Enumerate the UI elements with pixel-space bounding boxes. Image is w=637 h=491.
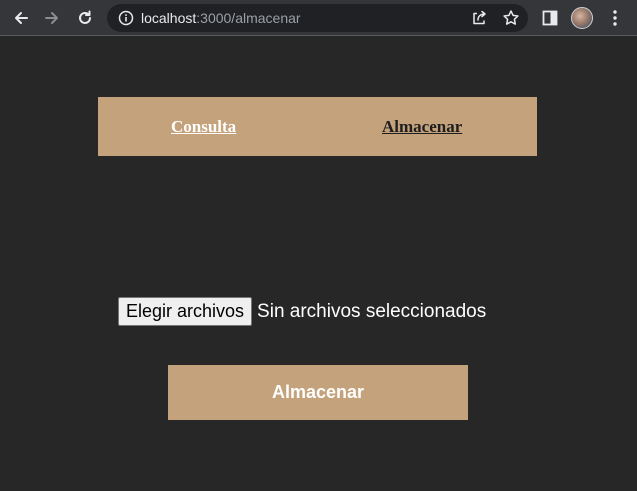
bookmark-star-icon[interactable] (502, 9, 520, 27)
choose-files-button[interactable]: Elegir archivos (118, 297, 253, 326)
address-bar[interactable]: localhost:3000/almacenar (107, 4, 528, 32)
url-host: localhost (141, 10, 197, 26)
forward-arrow-icon[interactable] (40, 6, 64, 30)
url-text[interactable]: localhost:3000/almacenar (141, 10, 301, 26)
info-circle-icon[interactable] (118, 10, 134, 26)
profile-avatar-icon[interactable] (571, 7, 593, 29)
file-status-text: Sin archivos seleccionados (257, 301, 487, 322)
side-panel-icon[interactable] (542, 10, 558, 26)
reload-icon[interactable] (73, 6, 97, 30)
almacenar-submit-button[interactable]: Almacenar (168, 365, 468, 420)
url-path: :3000/almacenar (196, 10, 301, 26)
browser-toolbar: localhost:3000/almacenar (0, 0, 637, 36)
top-navbar: Consulta Almacenar (98, 97, 537, 156)
nav-link-almacenar[interactable]: Almacenar (382, 117, 462, 137)
page-body: Consulta Almacenar Elegir archivos Sin a… (0, 36, 637, 491)
nav-link-consulta[interactable]: Consulta (171, 117, 236, 137)
file-input[interactable]: Elegir archivos Sin archivos seleccionad… (118, 297, 486, 326)
kebab-menu-icon[interactable] (609, 9, 621, 27)
back-arrow-icon[interactable] (9, 6, 33, 30)
share-icon[interactable] (471, 10, 487, 26)
